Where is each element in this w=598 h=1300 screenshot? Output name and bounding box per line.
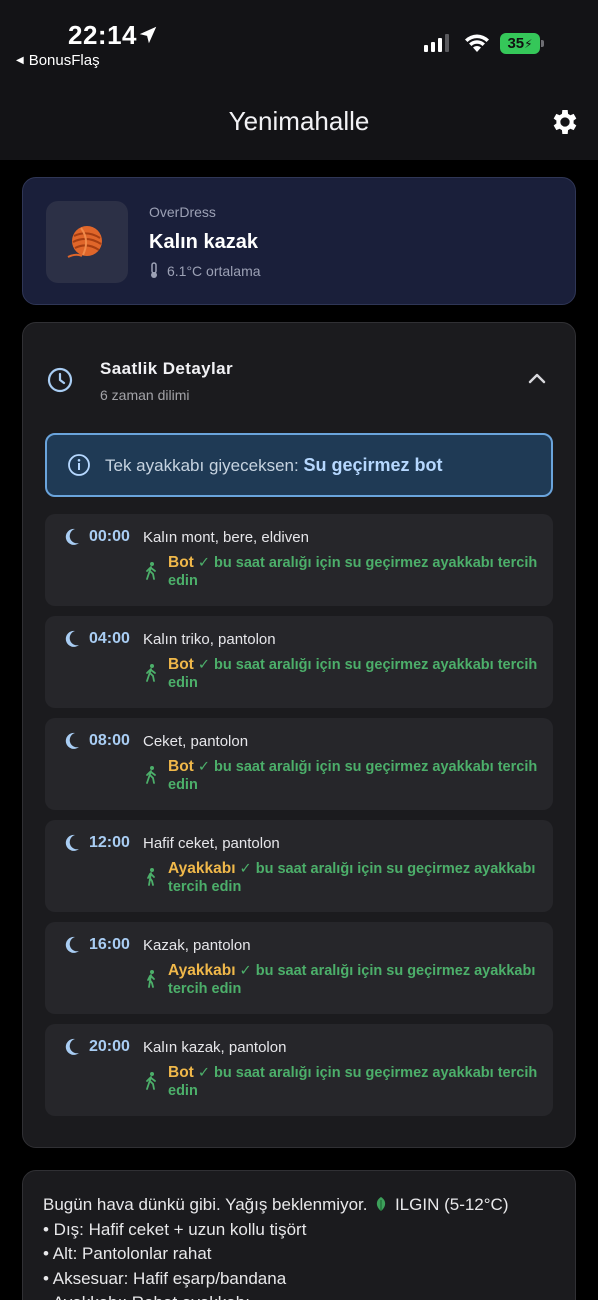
slot-time: 20:00	[89, 1038, 130, 1055]
slot-outfit: Hafif ceket, pantolon	[143, 835, 280, 852]
slot-time: 08:00	[89, 732, 130, 749]
battery-indicator: 35 ⚡	[500, 33, 544, 54]
slot-shoe: Bot	[168, 656, 194, 673]
slot-shoe-recommendation: Bot ✓ bu saat aralığı için su geçirmez a…	[168, 758, 543, 794]
slot-time: 00:00	[89, 528, 130, 545]
page-title: Yenimahalle	[228, 106, 370, 136]
slot-shoe-note: ✓ bu saat aralığı için su geçirmez ayakk…	[168, 1065, 538, 1099]
chevron-up-icon[interactable]	[527, 371, 547, 385]
brand-label: OverDress	[149, 204, 216, 220]
moon-icon	[65, 732, 79, 749]
back-to-app-link[interactable]: ◀ BonusFlaş	[16, 52, 100, 69]
gear-icon[interactable]	[549, 106, 581, 138]
walking-icon	[146, 562, 156, 580]
average-temperature: 6.1°C ortalama	[149, 262, 261, 279]
item-thumbnail	[46, 201, 128, 283]
single-shoe-tip: Tek ayakkabı giyeceksen: Su geçirmez bot	[45, 433, 553, 497]
hourly-slot[interactable]: 12:00 Hafif ceket, pantolon Ayakkabı ✓ b…	[45, 820, 553, 912]
hourly-slot[interactable]: 16:00 Kazak, pantolon Ayakkabı ✓ bu saat…	[45, 922, 553, 1014]
status-time: 22:14	[68, 20, 137, 50]
yarn-ball-icon	[67, 226, 102, 258]
slot-outfit: Kalın mont, bere, eldiven	[143, 529, 309, 546]
moon-icon	[65, 1038, 79, 1055]
hourly-subtitle: 6 zaman dilimi	[100, 387, 190, 403]
slot-shoe-recommendation: Ayakkabı ✓ bu saat aralığı için su geçir…	[168, 962, 543, 998]
slot-time: 12:00	[89, 834, 130, 851]
hourly-details-card: Saatlik Detaylar 6 zaman dilimi Tek ayak…	[22, 322, 576, 1148]
note-intro: Bugün hava dünkü gibi. Yağış beklenmiyor…	[43, 1195, 368, 1214]
walking-icon	[146, 664, 156, 682]
note-line: • Alt: Pantolonlar rahat	[43, 1244, 212, 1263]
slot-shoe-note: ✓ bu saat aralığı için su geçirmez ayakk…	[168, 555, 538, 589]
walking-icon	[147, 868, 155, 886]
note-line: • Ayakkabı: Rahat ayakkabı	[43, 1291, 555, 1300]
thermometer-icon	[151, 262, 157, 278]
outfit-summary-card[interactable]: OverDress Kalın kazak 6.1°C ortalama	[22, 177, 576, 305]
note-line: • Aksesuar: Hafif eşarp/bandana	[43, 1268, 287, 1288]
location-arrow-icon	[139, 26, 157, 44]
slot-shoe-recommendation: Bot ✓ bu saat aralığı için su geçirmez a…	[168, 656, 543, 692]
slot-shoe-recommendation: Bot ✓ bu saat aralığı için su geçirmez a…	[168, 554, 543, 590]
temperature-text: 6.1°C ortalama	[167, 262, 261, 279]
slot-outfit: Kalın kazak, pantolon	[143, 1039, 287, 1056]
slot-shoe-note: ✓ bu saat aralığı için su geçirmez ayakk…	[168, 657, 538, 691]
slot-outfit: Ceket, pantolon	[143, 733, 249, 750]
hourly-slot[interactable]: 08:00 Ceket, pantolon Bot ✓ bu saat aral…	[45, 718, 553, 810]
back-triangle-icon: ◀	[16, 55, 24, 66]
note-range: ILGIN (5-12°C)	[394, 1195, 509, 1214]
weather-note-card: Bugün hava dünkü gibi. Yağış beklenmiyor…	[22, 1170, 576, 1300]
note-intro-line: Bugün hava dünkü gibi. Yağış beklenmiyor…	[43, 1193, 555, 1218]
slot-outfit: Kazak, pantolon	[143, 937, 251, 954]
info-icon	[68, 454, 90, 476]
tip-label: Tek ayakkabı giyeceksen:	[105, 455, 299, 475]
moon-icon	[65, 936, 79, 953]
slot-shoe-recommendation: Bot ✓ bu saat aralığı için su geçirmez a…	[168, 1064, 543, 1100]
slot-shoe: Ayakkabı	[168, 860, 236, 877]
battery-level: 35	[507, 35, 525, 52]
leaf-icon	[377, 1197, 386, 1211]
recommended-item: Kalın kazak	[149, 231, 258, 253]
hourly-slot[interactable]: 20:00 Kalın kazak, pantolon Bot ✓ bu saa…	[45, 1024, 553, 1116]
moon-icon	[65, 528, 79, 545]
hourly-slot[interactable]: 04:00 Kalın triko, pantolon Bot ✓ bu saa…	[45, 616, 553, 708]
slot-outfit: Kalın triko, pantolon	[143, 631, 276, 648]
slot-shoe-recommendation: Ayakkabı ✓ bu saat aralığı için su geçir…	[168, 860, 543, 896]
clock-icon	[47, 367, 73, 393]
walking-icon	[146, 1072, 156, 1090]
slot-shoe: Bot	[168, 758, 194, 775]
slot-time: 04:00	[89, 630, 130, 647]
tip-value: Su geçirmez bot	[303, 454, 443, 475]
signal-icon	[424, 34, 449, 52]
slot-shoe: Bot	[168, 1064, 194, 1081]
slot-shoe: Ayakkabı	[168, 962, 236, 979]
walking-icon	[147, 970, 155, 988]
slot-time: 16:00	[89, 936, 130, 953]
note-line: • Dış: Hafif ceket + uzun kollu tişört	[43, 1219, 307, 1239]
wifi-icon	[465, 34, 489, 52]
moon-icon	[65, 630, 79, 647]
hourly-title: Saatlik Detaylar	[100, 359, 234, 378]
back-app-label: BonusFlaş	[28, 52, 100, 69]
hourly-slot[interactable]: 00:00 Kalın mont, bere, eldiven Bot ✓ bu…	[45, 514, 553, 606]
top-bar: 22:14 ◀ BonusFlaş 35 ⚡ Yenimahalle	[0, 0, 598, 160]
moon-icon	[65, 834, 79, 851]
slot-shoe-note: ✓ bu saat aralığı için su geçirmez ayakk…	[168, 759, 538, 793]
walking-icon	[146, 766, 156, 784]
slot-shoe: Bot	[168, 554, 194, 571]
